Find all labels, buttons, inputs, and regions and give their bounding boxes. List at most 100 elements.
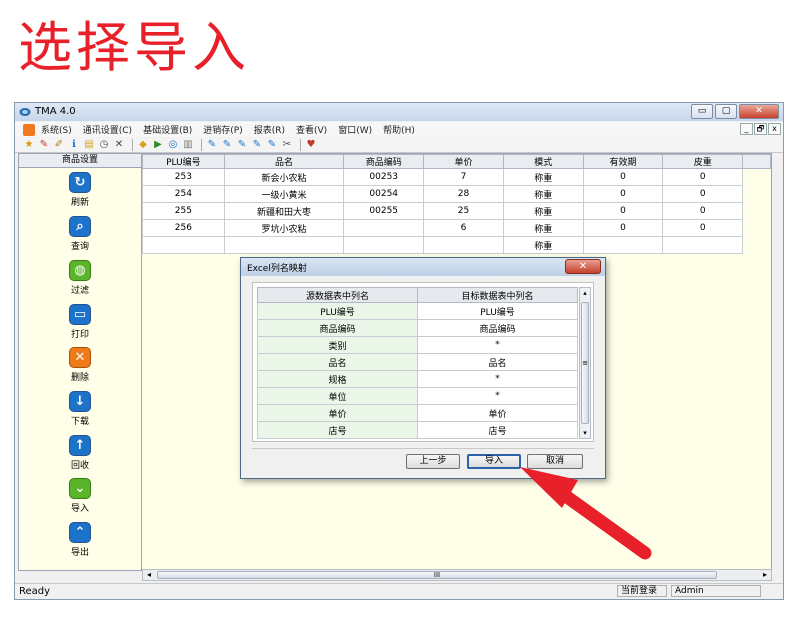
table-cell[interactable]	[582, 236, 664, 254]
target-column-cell[interactable]: 店号	[417, 421, 578, 439]
toolbar-report4-icon[interactable]: ✎	[251, 139, 263, 151]
target-column-cell[interactable]: PLU编号	[417, 302, 578, 320]
table-cell[interactable]: 称重	[502, 168, 584, 186]
table-row[interactable]: 256 罗坑小农粘 6 称重 0 0	[142, 219, 771, 237]
sidebar-item-recycle[interactable]: ↑ 回收	[19, 435, 141, 471]
print-icon[interactable]: ▭	[69, 304, 91, 325]
toolbar-diamond-icon[interactable]: ◆	[137, 139, 149, 151]
source-column-cell[interactable]: 店号	[257, 421, 418, 439]
target-column-cell[interactable]: *	[417, 387, 578, 405]
minimize-button[interactable]: ▭	[691, 104, 713, 119]
table-cell[interactable]: 称重	[502, 236, 584, 254]
dialog-close-button[interactable]: ✕	[565, 259, 601, 274]
target-column-cell[interactable]: 单价	[417, 404, 578, 422]
toolbar-report5-icon[interactable]: ✎	[266, 139, 278, 151]
mapping-row[interactable]: 类别 *	[257, 336, 578, 354]
scroll-down-icon[interactable]: ▾	[580, 428, 590, 438]
mdi-close-button[interactable]: x	[768, 123, 781, 135]
sidebar-item-import[interactable]: ⌄ 导入	[19, 478, 141, 514]
column-header[interactable]: 皮重	[662, 154, 744, 169]
column-header[interactable]: 有效期	[582, 154, 664, 169]
sidebar-item-download[interactable]: ↓ 下载	[19, 391, 141, 427]
dialog-title-bar[interactable]: Excel列名映射 ✕	[241, 258, 605, 276]
table-cell[interactable]: 一级小黄米	[223, 185, 345, 203]
column-header[interactable]: PLU编号	[142, 154, 225, 169]
column-header[interactable]: 模式	[502, 154, 584, 169]
table-row[interactable]: 254 一级小黄米 00254 28 称重 0 0	[142, 185, 771, 203]
table-cell[interactable]: 0	[662, 202, 744, 220]
menu-system[interactable]: 系统(S)	[41, 123, 72, 136]
table-cell[interactable]: 00254	[343, 185, 425, 203]
sidebar-item-query[interactable]: ⌕ 查询	[19, 216, 141, 252]
table-cell[interactable]: 罗坑小农粘	[223, 219, 345, 237]
toolbar-pen-icon[interactable]: ✐	[53, 139, 65, 151]
column-header[interactable]: 商品编码	[343, 154, 425, 169]
toolbar-play-icon[interactable]: ▶	[152, 139, 164, 151]
toolbar-star-icon[interactable]: ★	[23, 139, 35, 151]
mapping-row[interactable]: PLU编号 PLU编号	[257, 302, 578, 320]
menu-window[interactable]: 窗口(W)	[338, 123, 372, 136]
table-cell[interactable]: 255	[142, 202, 225, 220]
horizontal-scrollbar[interactable]: ◂ III ▸	[142, 569, 772, 581]
table-cell[interactable]: 新疆和田大枣	[223, 202, 345, 220]
sidebar-item-filter[interactable]: ◍ 过滤	[19, 260, 141, 296]
mapping-row[interactable]: 单价 单价	[257, 404, 578, 422]
table-cell[interactable]: 0	[582, 219, 664, 237]
sidebar-item-refresh[interactable]: ↻ 刷新	[19, 172, 141, 208]
table-row[interactable]: 255 新疆和田大枣 00255 25 称重 0 0	[142, 202, 771, 220]
maximize-button[interactable]: ▢	[715, 104, 737, 119]
table-cell[interactable]: 0	[582, 185, 664, 203]
source-column-cell[interactable]: 单价	[257, 404, 418, 422]
sidebar-item-export[interactable]: ⌃ 导出	[19, 522, 141, 558]
mapping-row[interactable]: 商品编码 商品编码	[257, 319, 578, 337]
title-bar[interactable]: TMA 4.0 ▭ ▢ ✕	[15, 103, 783, 121]
table-cell[interactable]: 称重	[502, 185, 584, 203]
table-cell[interactable]	[142, 236, 225, 254]
toolbar-report1-icon[interactable]: ✎	[206, 139, 218, 151]
source-column-cell[interactable]: 单位	[257, 387, 418, 405]
table-cell[interactable]	[662, 236, 744, 254]
menu-app-icon[interactable]	[23, 123, 35, 136]
menu-communication[interactable]: 通讯设置(C)	[83, 123, 132, 136]
source-column-cell[interactable]: PLU编号	[257, 302, 418, 320]
toolbar-scissors-icon[interactable]: ✂	[281, 139, 293, 151]
sidebar-item-print[interactable]: ▭ 打印	[19, 304, 141, 340]
mapping-row[interactable]: 规格 *	[257, 370, 578, 388]
toolbar-report3-icon[interactable]: ✎	[236, 139, 248, 151]
table-row-new[interactable]: 称重	[142, 236, 771, 254]
double-chevron-up-icon[interactable]: ⌃	[69, 522, 91, 543]
table-cell[interactable]: 256	[142, 219, 225, 237]
column-header[interactable]: 品名	[223, 154, 345, 169]
table-cell[interactable]: 00253	[343, 168, 425, 186]
table-cell[interactable]: 254	[142, 185, 225, 203]
menu-basic-settings[interactable]: 基础设置(B)	[143, 123, 192, 136]
sidebar-item-delete[interactable]: ✕ 删除	[19, 347, 141, 383]
table-row[interactable]: 253 新会小农粘 00253 7 称重 0 0	[142, 168, 771, 186]
table-cell[interactable]: 0	[662, 168, 744, 186]
refresh-icon[interactable]: ↻	[69, 172, 91, 193]
toolbar-heart-icon[interactable]: ♥	[305, 139, 317, 151]
scroll-left-icon[interactable]: ◂	[143, 570, 155, 580]
source-column-cell[interactable]: 商品编码	[257, 319, 418, 337]
table-cell[interactable]: 称重	[502, 219, 584, 237]
table-cell[interactable]	[423, 236, 504, 254]
toolbar-tools-icon[interactable]: ✕	[113, 139, 125, 151]
table-cell[interactable]	[223, 236, 345, 254]
table-cell[interactable]: 新会小农粘	[223, 168, 345, 186]
filter-icon[interactable]: ◍	[69, 260, 91, 281]
close-button[interactable]: ✕	[739, 104, 779, 119]
table-cell[interactable]: 0	[582, 168, 664, 186]
table-cell[interactable]	[343, 219, 425, 237]
mdi-restore-button[interactable]: 🗗	[754, 123, 767, 135]
search-icon[interactable]: ⌕	[69, 216, 91, 237]
column-header[interactable]: 源数据表中列名	[257, 287, 418, 303]
scroll-thumb[interactable]: III	[157, 571, 717, 579]
toolbar-clock-icon[interactable]: ◷	[98, 139, 110, 151]
mdi-minimize-button[interactable]: _	[740, 123, 753, 135]
mapping-row[interactable]: 店号 店号	[257, 421, 578, 439]
cancel-button[interactable]: 取消	[527, 454, 583, 469]
table-cell[interactable]: 28	[423, 185, 504, 203]
toolbar-target-icon[interactable]: ◎	[167, 139, 179, 151]
double-chevron-down-icon[interactable]: ⌄	[69, 478, 91, 499]
delete-icon[interactable]: ✕	[69, 347, 91, 368]
